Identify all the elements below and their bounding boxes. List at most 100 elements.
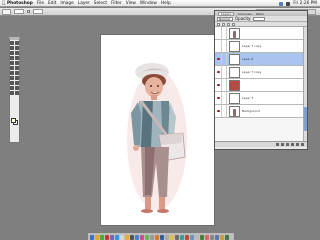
menu-app-name[interactable]: Photoshop <box>7 1 33 6</box>
dock-app-icon[interactable] <box>100 234 104 240</box>
dock-app-icon[interactable] <box>105 234 109 240</box>
apple-menu-icon[interactable]:  <box>0 0 7 6</box>
brush-tool-icon[interactable] <box>15 56 19 60</box>
dock-app-icon[interactable] <box>145 234 149 240</box>
pen-tool-icon[interactable] <box>10 81 14 85</box>
tab-paths[interactable]: Paths <box>256 12 264 16</box>
tray-volume-icon[interactable] <box>286 1 291 6</box>
eraser-tool-icon[interactable] <box>10 66 14 70</box>
visibility-toggle[interactable] <box>215 66 222 78</box>
tool-preset-picker[interactable] <box>2 8 11 15</box>
link-toggle[interactable] <box>222 105 227 117</box>
link-toggle[interactable] <box>222 92 227 104</box>
dock-app-icon[interactable] <box>175 234 179 240</box>
menu-edit[interactable]: Edit <box>48 1 56 6</box>
path-select-tool-icon[interactable] <box>10 76 14 80</box>
layer-list-scrollbar[interactable] <box>303 27 307 141</box>
dock-app-icon[interactable] <box>190 234 194 240</box>
layer-row[interactable]: Background <box>215 105 307 118</box>
dock-app-icon[interactable] <box>160 234 164 240</box>
type-tool-icon[interactable] <box>15 76 19 80</box>
notes-tool-icon[interactable] <box>10 86 14 90</box>
dock-app-icon[interactable] <box>210 234 214 240</box>
dock-app-icon[interactable] <box>115 234 119 240</box>
visibility-toggle[interactable] <box>215 105 222 117</box>
menu-layer[interactable]: Layer <box>78 1 90 6</box>
healing-tool-icon[interactable] <box>10 56 14 60</box>
new-set-icon[interactable] <box>286 143 289 146</box>
dock-app-icon[interactable] <box>90 234 94 240</box>
dock-app-icon[interactable] <box>195 234 199 240</box>
link-toggle[interactable] <box>222 27 227 39</box>
link-toggle[interactable] <box>222 79 227 91</box>
move-tool-icon[interactable] <box>15 41 19 45</box>
lasso-tool-icon[interactable] <box>10 46 14 50</box>
dock-app-icon[interactable] <box>225 234 229 240</box>
tab-layers[interactable]: Layers <box>218 11 234 16</box>
option-field-2[interactable] <box>33 9 43 14</box>
visibility-toggle[interactable] <box>215 40 222 52</box>
option-field[interactable] <box>14 9 24 14</box>
dock-app-icon[interactable] <box>140 234 144 240</box>
gradient-tool-icon[interactable] <box>15 66 19 70</box>
layer-row[interactable]: Layer 7 <box>215 92 307 105</box>
dock-app-icon[interactable] <box>95 234 99 240</box>
shape-tool-icon[interactable] <box>15 81 19 85</box>
dock-app-icon[interactable] <box>135 234 139 240</box>
history-brush-tool-icon[interactable] <box>15 61 19 65</box>
menu-clock[interactable]: Fri 2:26 PM <box>293 1 317 6</box>
layer-row[interactable] <box>215 27 307 40</box>
layer-row[interactable]: Layer 7 copy <box>215 40 307 53</box>
blur-tool-icon[interactable] <box>10 71 14 75</box>
dock-app-icon[interactable] <box>130 234 134 240</box>
dock-app-icon[interactable] <box>180 234 184 240</box>
painting-canvas[interactable] <box>101 35 214 225</box>
layer-row[interactable] <box>215 79 307 92</box>
tray-wifi-icon[interactable] <box>279 1 284 6</box>
dock-app-icon[interactable] <box>205 234 209 240</box>
lock-transparency-checkbox[interactable] <box>217 22 220 26</box>
dodge-tool-icon[interactable] <box>15 71 19 75</box>
layer-row-selected[interactable]: Layer 6 <box>215 53 307 66</box>
visibility-toggle[interactable] <box>215 53 222 65</box>
hand-tool-icon[interactable] <box>10 91 14 95</box>
dock-app-icon[interactable] <box>120 234 124 240</box>
menu-window[interactable]: Window <box>140 1 157 6</box>
magic-wand-tool-icon[interactable] <box>15 46 19 50</box>
dock-app-icon[interactable] <box>150 234 154 240</box>
visibility-toggle[interactable] <box>215 79 222 91</box>
link-toggle[interactable] <box>222 66 227 78</box>
menu-select[interactable]: Select <box>94 1 107 6</box>
menu-file[interactable]: File <box>37 1 44 6</box>
menu-image[interactable]: Image <box>60 1 73 6</box>
dock-app-icon[interactable] <box>125 234 129 240</box>
lock-all-checkbox[interactable] <box>232 22 235 26</box>
dock-app-icon[interactable] <box>200 234 204 240</box>
foreground-color-swatch[interactable] <box>11 118 16 123</box>
add-mask-icon[interactable] <box>281 143 284 146</box>
link-toggle[interactable] <box>222 40 227 52</box>
new-adjustment-layer-icon[interactable] <box>291 143 294 146</box>
blend-mode-select[interactable]: Normal <box>217 16 233 21</box>
stamp-tool-icon[interactable] <box>10 61 14 65</box>
dock-app-icon[interactable] <box>170 234 174 240</box>
tab-channels[interactable]: Channels <box>238 12 252 16</box>
visibility-toggle[interactable] <box>215 92 222 104</box>
layer-row[interactable]: Layer 7 copy <box>215 66 307 79</box>
lock-pixels-checkbox[interactable] <box>222 22 225 26</box>
menu-view[interactable]: View <box>126 1 136 6</box>
link-toggle[interactable] <box>222 53 227 65</box>
menu-filter[interactable]: Filter <box>111 1 122 6</box>
dock-app-icon[interactable] <box>165 234 169 240</box>
trash-icon[interactable] <box>301 143 304 146</box>
scrollbar-thumb[interactable] <box>304 107 307 131</box>
visibility-toggle[interactable] <box>215 27 222 39</box>
dock-app-icon[interactable] <box>215 234 219 240</box>
opacity-field[interactable] <box>253 16 266 21</box>
lock-position-checkbox[interactable] <box>227 22 230 26</box>
crop-tool-icon[interactable] <box>10 51 14 55</box>
zoom-tool-icon[interactable] <box>15 91 19 95</box>
option-checkbox[interactable] <box>27 10 30 13</box>
dock-app-icon[interactable] <box>220 234 224 240</box>
add-layer-style-icon[interactable] <box>276 143 279 146</box>
